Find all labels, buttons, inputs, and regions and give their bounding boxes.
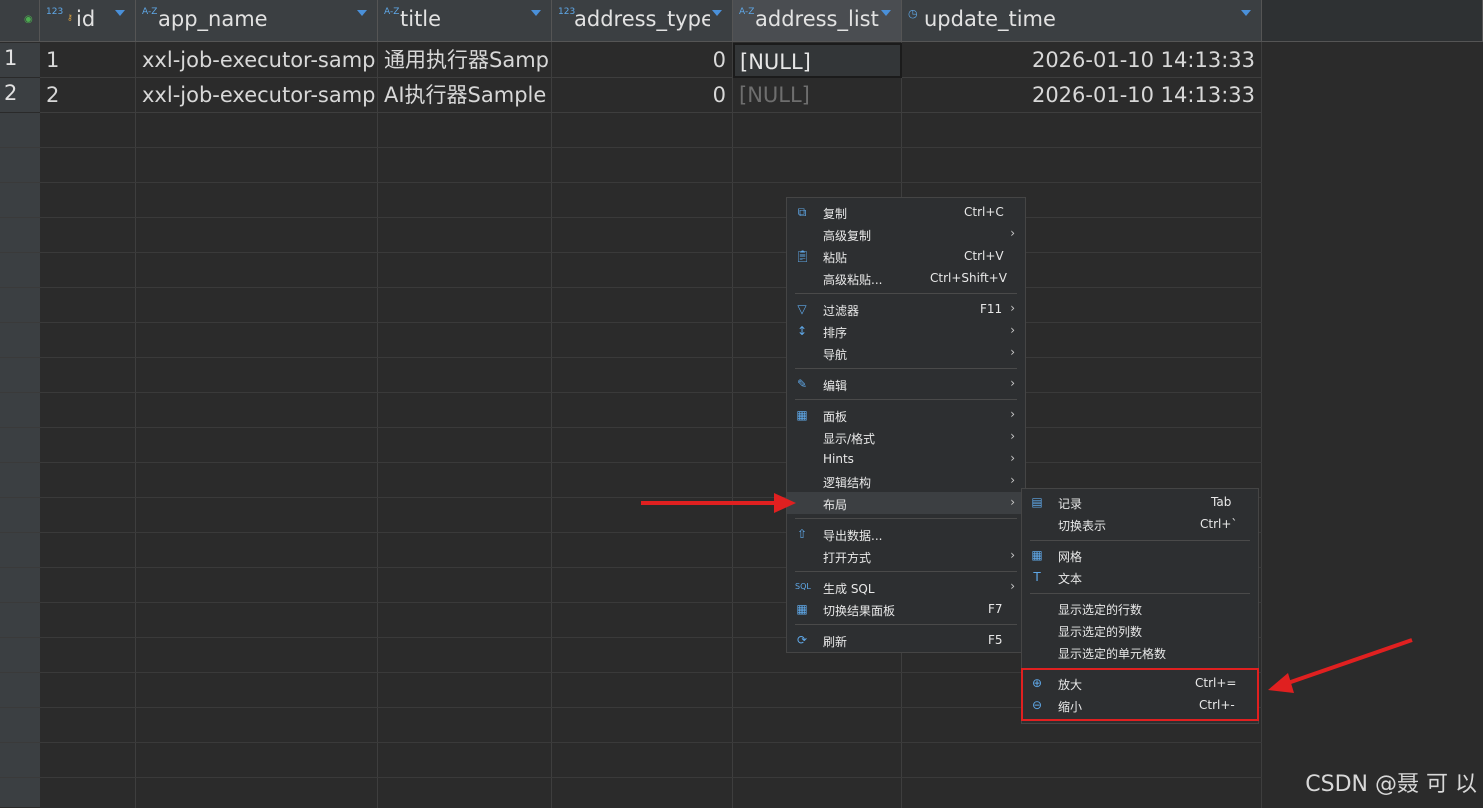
watermark: CSDN @聂 可 以 [1305,772,1477,797]
arrow-to-zoom [1268,638,1413,693]
annotation-arrows [641,493,1413,693]
arrow-to-layout [641,493,796,513]
